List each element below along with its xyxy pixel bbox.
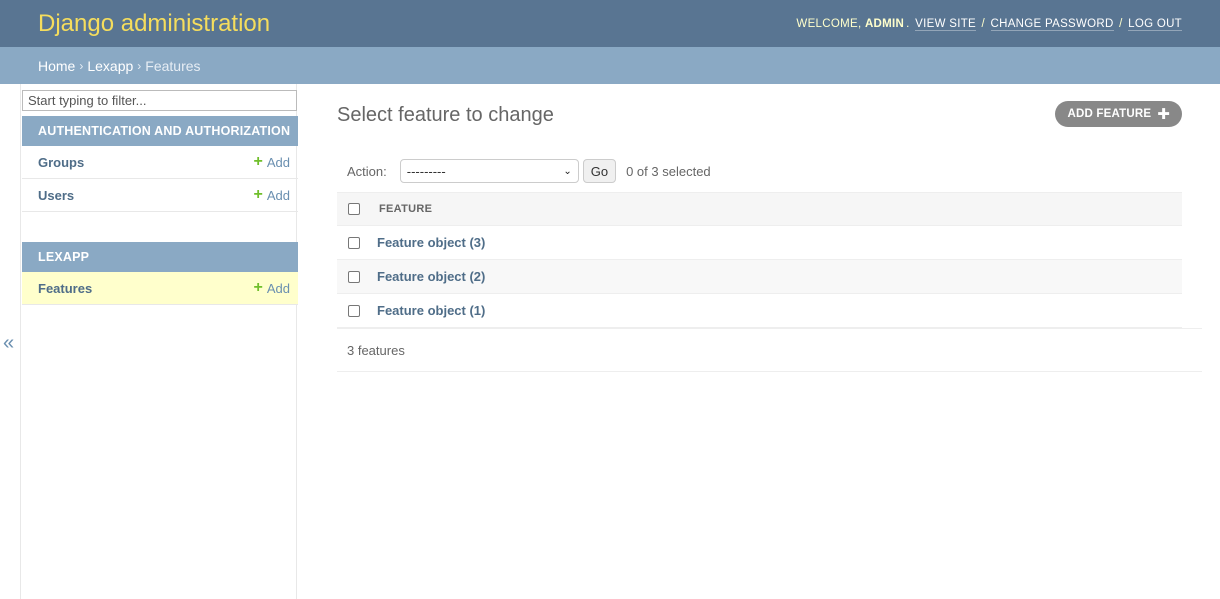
breadcrumb-app[interactable]: Lexapp xyxy=(87,58,133,74)
table-row: Feature object (1) xyxy=(337,294,1182,328)
nav-sidebar: Start typing to filter... Authentication… xyxy=(20,84,298,599)
add-feature-button[interactable]: Add Feature ✚ xyxy=(1055,101,1182,127)
sidebar-item-features: Features + Add xyxy=(22,272,298,305)
feature-link[interactable]: Feature object (1) xyxy=(377,303,485,318)
result-list-table: Feature Feature object (3) Feature objec… xyxy=(337,192,1182,328)
module-caption-lexapp[interactable]: Lexapp xyxy=(22,242,298,272)
model-link-groups[interactable]: Groups xyxy=(38,155,84,170)
feature-link[interactable]: Feature object (3) xyxy=(377,235,485,250)
page-title: Select feature to change xyxy=(337,104,554,126)
header: Django administration Welcome, admin. Vi… xyxy=(0,0,1220,47)
username: admin xyxy=(864,17,905,30)
action-label: Action: xyxy=(347,163,387,179)
welcome-text: Welcome, xyxy=(796,17,862,30)
plus-icon: ✚ xyxy=(1157,105,1170,123)
actions-bar: Action: --------- ⌄ Go 0 of 3 selected xyxy=(337,156,1182,186)
add-groups-link[interactable]: + Add xyxy=(254,154,290,170)
table-header-row: Feature xyxy=(337,192,1182,226)
column-header-feature[interactable]: Feature xyxy=(379,203,432,215)
main-content: Select feature to change Add Feature ✚ A… xyxy=(337,84,1202,599)
sidebar-item-groups: Groups + Add xyxy=(22,146,298,179)
add-feature-label: Add Feature xyxy=(1067,108,1152,120)
toggle-nav-sidebar-button[interactable]: « xyxy=(3,332,14,355)
breadcrumb-home[interactable]: Home xyxy=(38,58,75,74)
add-users-link[interactable]: + Add xyxy=(254,187,290,203)
table-row: Feature object (3) xyxy=(337,226,1182,260)
plus-icon: + xyxy=(253,153,263,170)
row-checkbox[interactable] xyxy=(348,236,360,249)
breadcrumb: Home › Lexapp › Features xyxy=(0,47,1220,84)
plus-icon: + xyxy=(253,279,263,296)
row-checkbox[interactable] xyxy=(348,270,360,283)
view-site-link[interactable]: View site xyxy=(915,17,976,31)
go-button[interactable]: Go xyxy=(582,159,617,183)
breadcrumb-separator: › xyxy=(79,58,84,73)
breadcrumb-separator: › xyxy=(137,58,142,73)
plus-icon: + xyxy=(253,186,263,203)
module-caption-auth[interactable]: Authentication and Authorization xyxy=(22,116,298,146)
model-link-features[interactable]: Features xyxy=(38,281,92,296)
change-password-link[interactable]: Change password xyxy=(990,17,1114,31)
select-all-checkbox[interactable] xyxy=(348,203,360,215)
breadcrumb-current: Features xyxy=(145,57,201,74)
paginator: 3 features xyxy=(337,328,1202,372)
model-link-users[interactable]: Users xyxy=(38,188,74,203)
row-checkbox[interactable] xyxy=(348,304,360,317)
selection-counter: 0 of 3 selected xyxy=(626,163,711,179)
action-select-value: --------- xyxy=(406,163,446,179)
site-branding[interactable]: Django administration xyxy=(38,10,270,38)
chevron-down-icon: ⌄ xyxy=(563,165,572,177)
nav-filter-input[interactable]: Start typing to filter... xyxy=(22,90,297,111)
feature-link[interactable]: Feature object (2) xyxy=(377,269,485,284)
user-tools: Welcome, admin. View site / Change passw… xyxy=(796,17,1182,31)
log-out-link[interactable]: Log out xyxy=(1128,17,1182,31)
add-features-link[interactable]: + Add xyxy=(254,280,290,296)
sidebar-item-users: Users + Add xyxy=(22,179,298,212)
table-row: Feature object (2) xyxy=(337,260,1182,294)
action-select[interactable]: --------- ⌄ xyxy=(399,159,579,183)
